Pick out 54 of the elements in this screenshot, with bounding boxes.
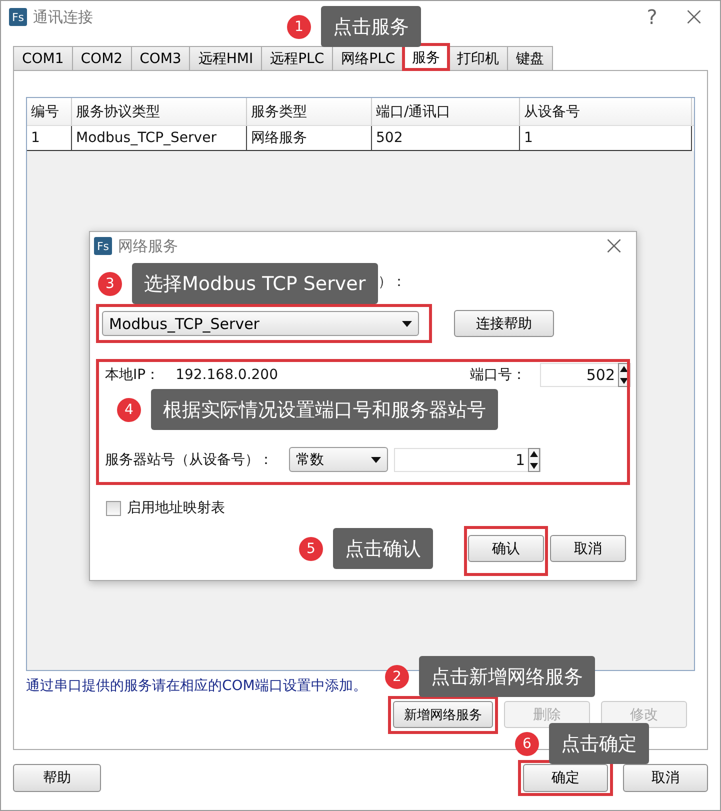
field-label: ）： — [378, 273, 406, 291]
column-header: 编号 — [27, 98, 72, 125]
column-header: 服务协议类型 — [72, 98, 247, 125]
step-tooltip: 根据实际情况设置端口号和服务器站号 — [151, 389, 498, 430]
dialog-button[interactable]: 帮助 — [13, 764, 101, 792]
station-field[interactable]: 1 — [394, 448, 541, 472]
window-title: 通讯连接 — [33, 8, 93, 26]
ip-address: 192.168.0.200 — [176, 367, 278, 383]
dialog-button[interactable]: 取消 — [623, 764, 708, 792]
port-field[interactable]: 502 — [540, 363, 631, 387]
dialog-button[interactable]: 取消 — [550, 535, 626, 562]
column-header: 端口/通讯口 — [372, 98, 520, 125]
spinner-arrows-icon — [528, 448, 540, 472]
checkbox[interactable] — [106, 500, 121, 516]
dropdown-arrow-icon — [402, 320, 412, 326]
app-logo: Fs — [9, 8, 27, 26]
list-button[interactable]: 新增网络服务 — [393, 701, 493, 728]
mode-dropdown[interactable]: 常数 — [289, 447, 388, 472]
step-tooltip: 点击确定 — [549, 723, 649, 764]
dropdown-arrow-icon — [371, 456, 381, 462]
field-label: 服务器站号（从设备号）： — [105, 450, 273, 468]
close-button[interactable]: × — [676, 1, 712, 33]
tab[interactable]: COM3 — [130, 46, 190, 70]
tab[interactable]: COM2 — [72, 46, 132, 70]
dialog-button[interactable]: 确认 — [468, 535, 544, 562]
tab[interactable]: COM1 — [13, 46, 73, 70]
tab[interactable]: 远程PLC — [261, 46, 334, 70]
table-cell: 1 — [27, 126, 72, 151]
step-tooltip: 点击确认 — [333, 528, 433, 569]
dialog-button[interactable]: 确定 — [523, 764, 608, 792]
table-cell: 502 — [372, 126, 520, 151]
step-number: 1 — [287, 14, 311, 38]
tab[interactable]: 键盘 — [507, 46, 554, 70]
table-cell: Modbus_TCP_Server — [72, 126, 247, 151]
protocol-dropdown[interactable]: Modbus_TCP_Server — [102, 311, 419, 336]
help-button[interactable]: 连接帮助 — [454, 310, 554, 337]
tab[interactable]: 服务 — [403, 44, 450, 70]
step-tooltip: 点击新增网络服务 — [419, 656, 595, 697]
help-button[interactable]: ? — [634, 4, 670, 30]
checkbox-label: 启用地址映射表 — [127, 499, 225, 517]
tab[interactable]: 远程HMI — [189, 46, 262, 70]
table-cell: 网络服务 — [247, 126, 372, 151]
table-cell: 1 — [520, 126, 692, 151]
field-label: 本地IP： — [105, 366, 160, 384]
tab[interactable]: 打印机 — [448, 46, 508, 70]
step-tooltip: 选择Modbus TCP Server — [132, 263, 378, 304]
step-tooltip: 点击服务 — [321, 6, 421, 47]
app-logo: Fs — [94, 237, 112, 255]
column-header: 服务类型 — [247, 98, 372, 125]
field-label: 端口号： — [470, 366, 526, 384]
column-header: 从设备号 — [520, 98, 692, 125]
tab[interactable]: 网络PLC — [332, 46, 404, 70]
dialog-title: 网络服务 — [118, 236, 178, 256]
close-button[interactable]: × — [596, 230, 632, 262]
